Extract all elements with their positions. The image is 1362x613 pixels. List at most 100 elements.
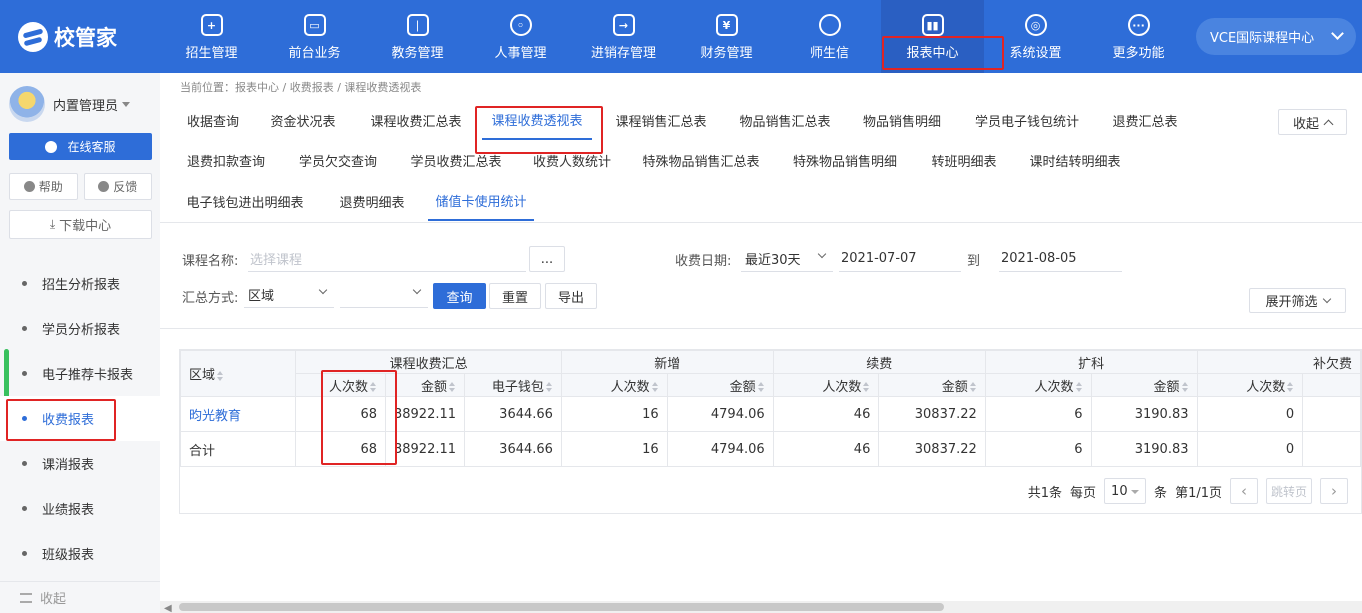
feedback-button[interactable]: 反馈 [83,173,152,200]
user-profile[interactable]: 内置管理员 [9,86,131,122]
export-button[interactable]: 导出 [545,283,597,309]
report-tab-row1-2[interactable]: 课程收费汇总表 [358,100,474,140]
sidebar-item-4[interactable]: 课消报表 [0,441,160,486]
sidebar-item-2[interactable]: 电子推荐卡报表 [0,351,160,396]
date-filter-label: 收费日期: [675,254,732,269]
jump-page-input[interactable]: 跳转页 [1266,478,1312,504]
sub-header-2[interactable]: 电子钱包 [464,373,562,397]
next-page-button[interactable]: › [1320,478,1348,504]
sidebar-item-1[interactable]: 学员分析报表 [0,306,160,351]
sub-header-0[interactable]: 人次数 [295,373,386,397]
reset-button[interactable]: 重置 [489,283,541,309]
sidebar-collapse-button[interactable]: 收起 [0,581,160,613]
sub-header-6[interactable]: 金额 [878,373,986,397]
group-header-1: 新增 [560,350,774,374]
sub-header-9[interactable]: 人次数 [1196,373,1304,397]
report-tab-row2-4[interactable]: 特殊物品销售汇总表 [632,140,770,180]
yuan-icon: ¥ [715,14,738,36]
nav-item-9[interactable]: ··· 更多功能 [1087,0,1190,73]
nav-item-label: 进销存管理 [590,46,656,61]
table-cell: 4794.06 [666,396,774,432]
report-tab-row1-4[interactable]: 课程销售汇总表 [606,100,716,140]
pager-per-page-label: 每页 [1070,485,1097,501]
report-tab-row2-2[interactable]: 学员收费汇总表 [400,140,512,180]
sub-header-7[interactable]: 人次数 [984,373,1092,397]
chevron-down-icon [318,285,328,295]
report-tab-row2-7[interactable]: 课时结转明细表 [1018,140,1132,180]
chat-icon [818,14,841,36]
org-selector[interactable]: VCE国际课程中心 [1196,18,1356,55]
nav-item-5[interactable]: ¥ 财务管理 [675,0,778,73]
report-tab-row1-0[interactable]: 收据查询 [174,100,252,140]
report-tab-row3-1[interactable]: 退费明细表 [324,181,420,221]
sub-header-5[interactable]: 人次数 [772,373,880,397]
nav-item-6[interactable]: 师生信 [778,0,881,73]
report-tab-row2-1[interactable]: 学员欠交查询 [286,140,390,180]
report-tab-row2-6[interactable]: 转班明细表 [918,140,1010,180]
report-tab-row2-5[interactable]: 特殊物品销售明细 [780,140,910,180]
expand-filters-label: 展开筛选 [1265,295,1318,310]
report-tab-row1-1[interactable]: 资金状况表 [260,100,346,140]
region-column-header[interactable]: 区域 [180,350,297,397]
settings-icon: ◎ [1024,14,1047,36]
date-range-select[interactable]: 最近30天 [741,246,833,272]
sidebar-item-0[interactable]: 招生分析报表 [0,261,160,306]
nav-item-4[interactable]: → 进销存管理 [572,0,675,73]
tabs-collapse-button[interactable]: 收起 [1278,109,1347,135]
report-tab-row1-8[interactable]: 退费汇总表 [1100,100,1190,140]
sidebar-item-5[interactable]: 业绩报表 [0,486,160,531]
table-cell: 46 [772,431,880,467]
report-tab-row2-0[interactable]: 退费扣款查询 [174,140,278,180]
nav-item-2[interactable]: ❘ 教务管理 [366,0,469,73]
nav-item-8[interactable]: ◎ 系统设置 [984,0,1087,73]
scroll-left-icon[interactable]: ◀ [164,603,172,613]
date-to-input[interactable]: 2021-08-05 [999,246,1122,272]
group-by-label: 汇总方式: [182,291,239,306]
sidebar-item-6[interactable]: 班级报表 [0,531,160,576]
sub-header-8[interactable]: 金额 [1090,373,1198,397]
report-tab-row1-7[interactable]: 学员电子钱包统计 [964,100,1090,140]
sub-header-filler [1302,373,1361,397]
main-content: 当前位置：报表中心 / 收费报表 / 课程收费透视表 收据查询 资金状况表 课程收费… [160,73,1362,613]
report-tab-row2-3[interactable]: 收费人数统计 [520,140,624,180]
table-row: 昀光教育 68 38922.11 3644.66 16 4794.06 46 30837.22… [180,396,1361,432]
inventory-icon: → [612,14,635,36]
horizontal-scrollbar[interactable]: ◀ [160,601,1362,613]
group-by-select[interactable]: 区域 [244,282,334,308]
online-service-button[interactable]: 在线客服 [9,133,152,160]
report-tab-row3-2[interactable]: 储值卡使用统计 [428,181,534,221]
nav-item-0[interactable]: + 招生管理 [160,0,263,73]
prev-page-button[interactable]: ‹ [1230,478,1258,504]
group-by-select-2[interactable] [340,282,428,308]
table-cell: 30837.22 [878,431,986,467]
sub-header-4[interactable]: 金额 [666,373,774,397]
table-cell: 0 [1196,396,1304,432]
sort-icon [757,382,765,392]
person-icon: ◦ [509,14,532,36]
report-tab-row1-5[interactable]: 物品销售汇总表 [730,100,840,140]
query-button[interactable]: 查询 [433,283,486,309]
help-button[interactable]: 帮助 [9,173,78,200]
expand-filters-button[interactable]: 展开筛选 [1249,288,1346,313]
region-link[interactable]: 昀光教育 [180,396,297,432]
headset-icon [45,140,58,153]
nav-item-1[interactable]: ▭ 前台业务 [263,0,366,73]
table-cell: 38922.11 [384,396,466,432]
sub-header-3[interactable]: 人次数 [560,373,668,397]
course-picker-button[interactable]: ... [529,246,565,272]
download-center-button[interactable]: ⤓ 下载中心 [9,210,152,239]
page-size-select[interactable]: 10 [1104,478,1147,504]
course-input[interactable]: 选择课程 [248,246,526,272]
nav-item-label: 财务管理 [700,46,753,61]
brand-logo[interactable]: 校管家 [18,22,117,52]
report-tab-row1-3[interactable]: 课程收费透视表 [482,100,592,140]
report-tab-row1-6[interactable]: 物品销售明细 [854,100,950,140]
scrollbar-thumb[interactable] [179,603,944,611]
date-from-input[interactable]: 2021-07-07 [839,246,961,272]
sub-header-label: 金额 [729,379,756,395]
sub-header-1[interactable]: 金额 [384,373,466,397]
nav-item-7[interactable]: ▮▮ 报表中心 [881,0,984,73]
report-tab-row3-0[interactable]: 电子钱包进出明细表 [174,181,316,221]
nav-item-3[interactable]: ◦ 人事管理 [469,0,572,73]
sidebar-item-3[interactable]: 收费报表 [0,396,160,441]
